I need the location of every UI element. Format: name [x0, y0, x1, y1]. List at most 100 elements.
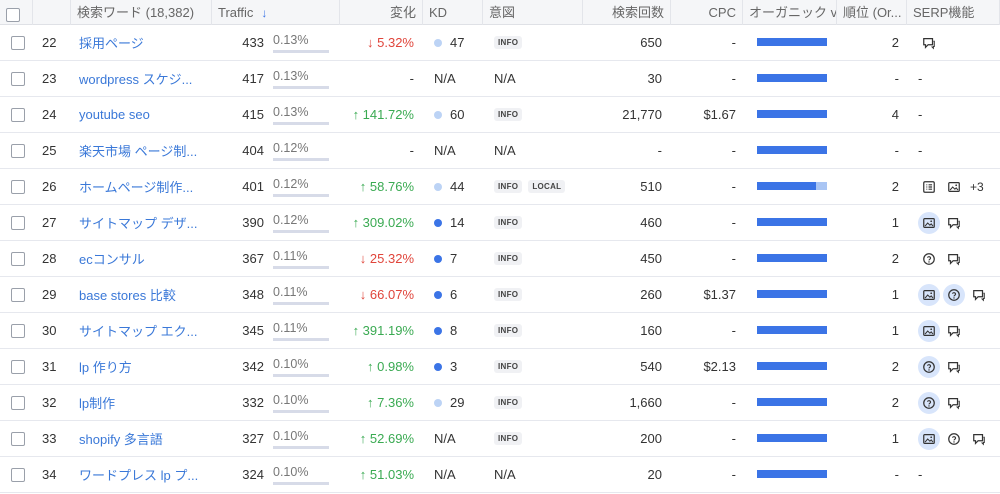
row-checkbox[interactable] — [11, 215, 25, 230]
table-row[interactable]: 31 lp 作り方 342 0.10% ↑ 0.98% 3 INFO 540 $2.13 2 — [0, 349, 1000, 385]
row-checkbox-cell[interactable] — [11, 421, 31, 456]
keyword-link[interactable]: ホームページ制作... — [79, 169, 214, 204]
cpc-value: $1.67 — [703, 107, 736, 122]
row-checkbox-cell[interactable] — [11, 241, 31, 276]
table-row[interactable]: 24 youtube seo 415 0.13% ↑ 141.72% 60 INFO 21,7… — [0, 97, 1000, 133]
sort-down-icon[interactable]: ↓ — [261, 1, 267, 25]
keyword-link[interactable]: youtube seo — [79, 97, 214, 132]
header-organic[interactable]: オーガニック vs — [743, 0, 837, 25]
table-row[interactable]: 30 サイトマップ エク... 345 0.11% ↑ 391.19% 8 INFO 160-… — [0, 313, 1000, 349]
question-icon[interactable] — [918, 355, 940, 378]
table-row[interactable]: 26 ホームページ制作... 401 0.12% ↑ 58.76% 44 INFO LOCAL… — [0, 169, 1000, 205]
row-checkbox[interactable] — [11, 323, 25, 338]
chat-icon[interactable] — [968, 428, 990, 450]
header-kd[interactable]: KD — [423, 0, 483, 25]
row-checkbox[interactable] — [11, 287, 25, 302]
serp-value: - — [918, 143, 923, 158]
row-checkbox-cell[interactable] — [11, 313, 31, 348]
header-cpc[interactable]: CPC — [671, 0, 743, 25]
row-checkbox[interactable] — [11, 431, 25, 446]
select-all-checkbox[interactable] — [6, 8, 20, 22]
table-row[interactable]: 25 楽天市場 ページ制... 404 0.12% - N/A N/A - - - - — [0, 133, 1000, 169]
row-checkbox-cell[interactable] — [11, 349, 31, 384]
header-volume[interactable]: 検索回数 — [583, 0, 671, 25]
keyword-link[interactable]: ecコンサル — [79, 241, 214, 276]
keyword-link[interactable]: lp制作 — [79, 385, 214, 420]
row-checkbox[interactable] — [11, 179, 25, 194]
traffic-value: 401 — [242, 179, 264, 194]
table-row[interactable]: 23 wordpress スケジ... 417 0.13% - N/A N/A 30- - - — [0, 61, 1000, 97]
chat-icon[interactable] — [943, 320, 965, 342]
row-checkbox[interactable] — [11, 395, 25, 410]
row-checkbox-cell[interactable] — [11, 457, 31, 492]
keyword-link[interactable]: shopify 多言語 — [79, 421, 214, 456]
intent-cell: INFO — [494, 313, 582, 348]
row-checkbox[interactable] — [11, 359, 25, 374]
table-row[interactable]: 34 ワードプレス lp プ... 324 0.10% ↑ 51.03% N/A N/A 20… — [0, 457, 1000, 493]
keyword-link[interactable]: base stores 比較 — [79, 277, 214, 312]
row-checkbox-cell[interactable] — [11, 97, 31, 132]
header-volume-label[interactable]: 検索回数 — [589, 1, 664, 25]
row-checkbox-cell[interactable] — [11, 205, 31, 240]
header-change[interactable]: 変化 — [340, 0, 423, 25]
table-row[interactable]: 28 ecコンサル 367 0.11% ↓ 25.32% 7 INFO 450-2 — [0, 241, 1000, 277]
keyword-link[interactable]: ワードプレス lp プ... — [79, 457, 214, 492]
table-row[interactable]: 27 サイトマップ デザ... 390 0.12% ↑ 309.02% 14 INFO 460… — [0, 205, 1000, 241]
question-icon[interactable] — [918, 248, 940, 270]
row-checkbox[interactable] — [11, 71, 25, 86]
header-position[interactable]: 順位 (Or... — [837, 0, 907, 25]
traffic-value: 390 — [242, 215, 264, 230]
kd-dot — [434, 254, 442, 263]
image-icon[interactable] — [918, 211, 940, 234]
chat-icon[interactable] — [943, 356, 965, 378]
header-serp[interactable]: SERP機能 — [907, 0, 1000, 25]
chat-icon[interactable] — [943, 248, 965, 270]
row-checkbox-cell[interactable] — [11, 385, 31, 420]
keyword-link[interactable]: wordpress スケジ... — [79, 61, 214, 96]
row-checkbox[interactable] — [11, 251, 25, 266]
question-icon[interactable] — [943, 428, 965, 450]
traffic-value: 324 — [242, 467, 264, 482]
header-cpc-label[interactable]: CPC — [677, 1, 736, 25]
row-checkbox-cell[interactable] — [11, 169, 31, 204]
image-icon[interactable] — [918, 319, 940, 342]
position-value: 2 — [891, 35, 899, 50]
header-traffic[interactable]: Traffic ↓ — [212, 0, 340, 25]
question-icon[interactable] — [918, 391, 940, 414]
keyword-link[interactable]: サイトマップ エク... — [79, 313, 214, 348]
header-checkbox-cell[interactable] — [0, 0, 33, 25]
table-row[interactable]: 33 shopify 多言語 327 0.10% ↑ 52.69% N/A INFO 200-… — [0, 421, 1000, 457]
keyword-link[interactable]: 採用ページ — [79, 25, 214, 60]
question-icon[interactable] — [943, 283, 965, 306]
keyword-link[interactable]: 楽天市場 ページ制... — [79, 133, 214, 168]
table-row[interactable]: 32 lp制作 332 0.10% ↑ 7.36% 29 INFO 1,660-2 — [0, 385, 1000, 421]
serp-more[interactable]: +3 — [970, 180, 984, 194]
row-checkbox-cell[interactable] — [11, 25, 31, 60]
row-checkbox-cell[interactable] — [11, 277, 31, 312]
volume-value: 510 — [640, 179, 662, 194]
row-checkbox[interactable] — [11, 107, 25, 122]
chat-icon[interactable] — [943, 392, 965, 414]
row-checkbox[interactable] — [11, 467, 25, 482]
chat-icon[interactable] — [943, 212, 965, 234]
row-checkbox[interactable] — [11, 35, 25, 50]
keyword-link[interactable]: サイトマップ デザ... — [79, 205, 214, 240]
list-icon[interactable] — [918, 176, 940, 198]
table-row[interactable]: 22 採用ページ 433 0.13% ↓ 5.32% 47 INFO 650-2 — [0, 25, 1000, 61]
header-traffic-label[interactable]: Traffic — [218, 1, 253, 25]
keyword-link[interactable]: lp 作り方 — [79, 349, 214, 384]
row-checkbox-cell[interactable] — [11, 61, 31, 96]
image-icon[interactable] — [918, 427, 940, 450]
header-intent[interactable]: 意図 — [483, 0, 583, 25]
row-number: 22 — [42, 35, 57, 50]
table-row[interactable]: 29 base stores 比較 348 0.11% ↓ 66.07% 6 INFO 260… — [0, 277, 1000, 313]
chat-icon[interactable] — [968, 284, 990, 306]
kd-value: 7 — [450, 251, 458, 266]
chat-icon[interactable] — [918, 32, 940, 54]
image-icon[interactable] — [943, 176, 965, 198]
row-checkbox[interactable] — [11, 143, 25, 158]
image-icon[interactable] — [918, 283, 940, 306]
header-change-label[interactable]: 変化 — [346, 1, 416, 25]
header-keyword[interactable]: 検索ワード (18,382) — [71, 0, 212, 25]
row-checkbox-cell[interactable] — [11, 133, 31, 168]
